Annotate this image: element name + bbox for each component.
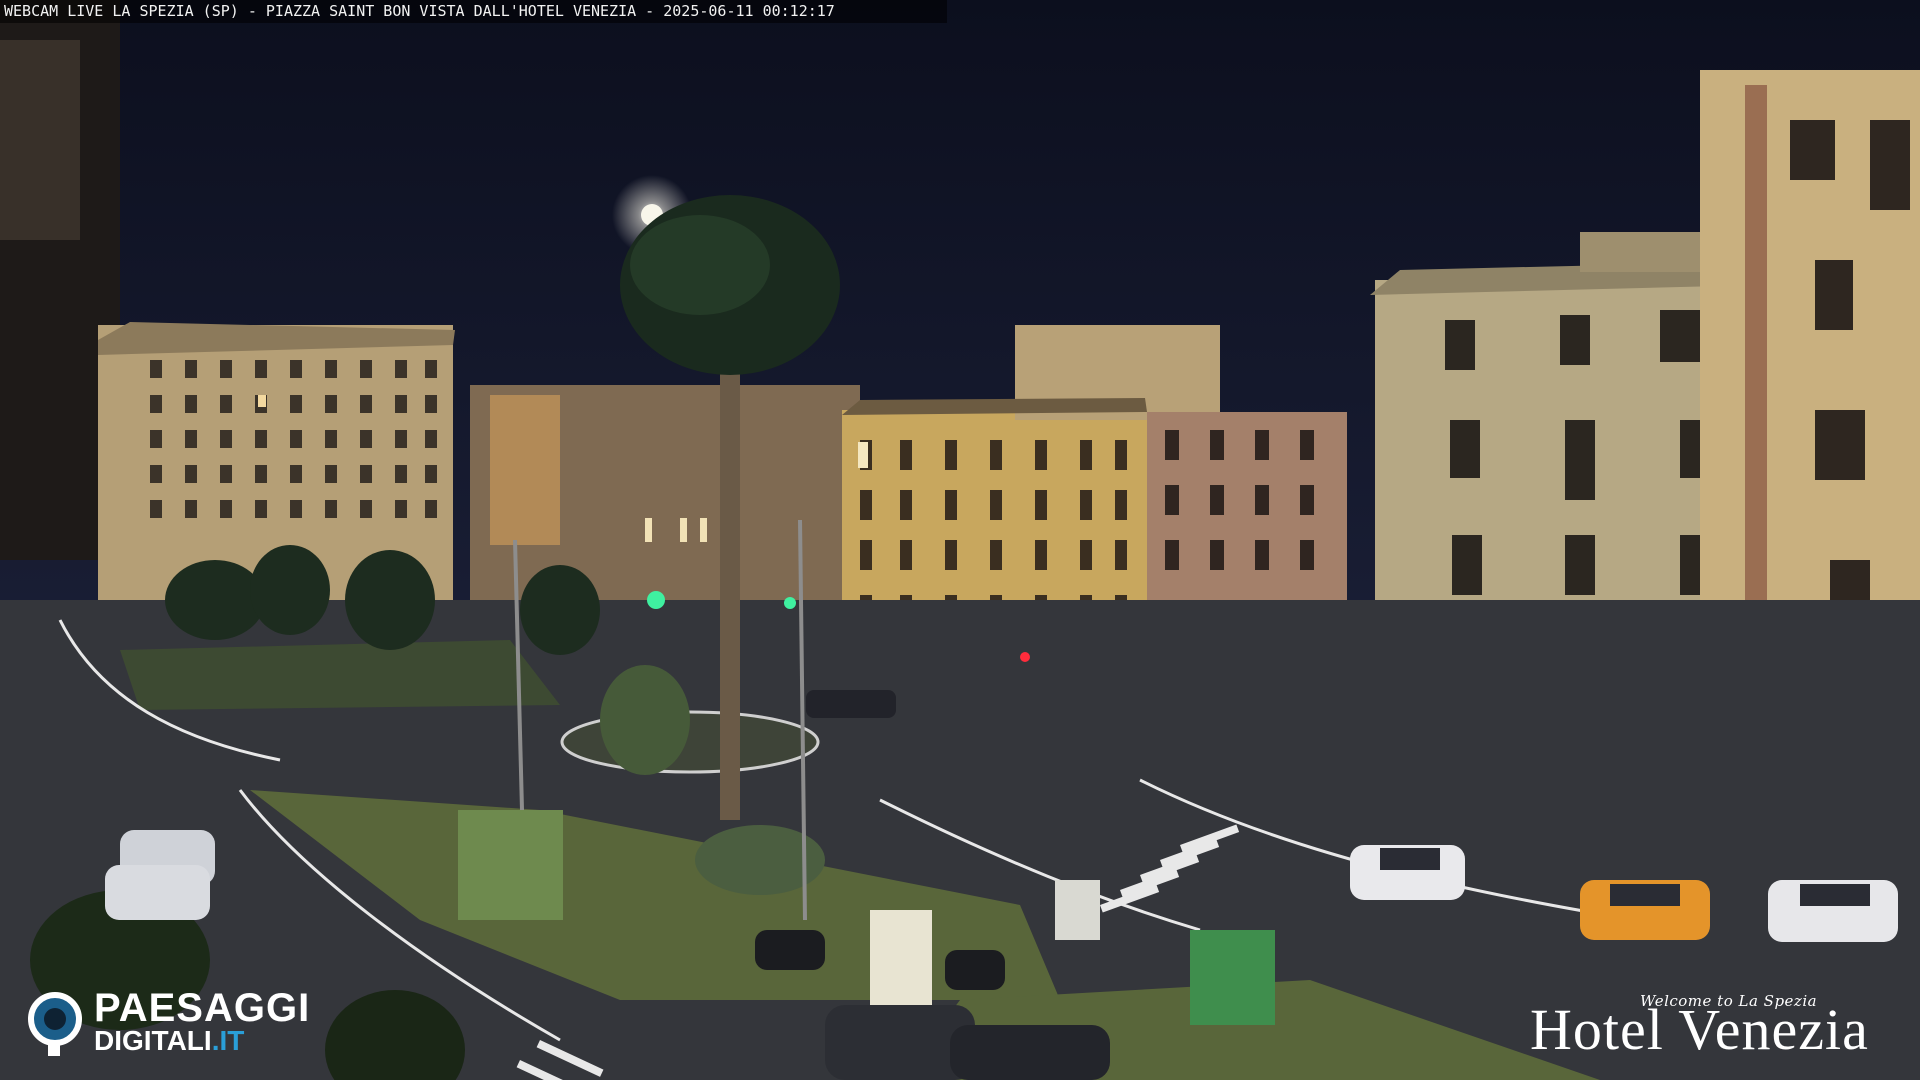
park-left bbox=[120, 640, 560, 710]
webcam-caption: WEBCAM LIVE LA SPEZIA (SP) - PIAZZA SAIN… bbox=[0, 0, 947, 23]
electrical-cabinet bbox=[458, 810, 563, 920]
car-white-2 bbox=[1768, 880, 1898, 942]
hotel-venezia-logo: Welcome to La Spezia Hotel Venezia bbox=[1530, 985, 1900, 1065]
traffic-light-green-2 bbox=[784, 597, 796, 609]
left-foreground-building-shade bbox=[0, 40, 80, 240]
traffic-light-red bbox=[1020, 652, 1030, 662]
logo-line2: DIGITALI.IT bbox=[94, 1026, 244, 1056]
logo-line2-accent: .IT bbox=[211, 1025, 245, 1056]
car-orange bbox=[1580, 880, 1710, 940]
car-dark-roundabout bbox=[806, 690, 896, 718]
camera-lens-icon bbox=[28, 992, 82, 1046]
information-sign bbox=[1055, 880, 1100, 940]
advertising-panel bbox=[870, 910, 932, 1005]
car-white-1 bbox=[1350, 845, 1465, 900]
logo-line1: PAESAGGI bbox=[94, 986, 311, 1030]
lit-window bbox=[258, 395, 266, 407]
camera-lens-stem bbox=[48, 1040, 60, 1056]
webcam-scene bbox=[0, 0, 1920, 1080]
traffic-light-green bbox=[647, 591, 665, 609]
recycling-bin bbox=[1190, 930, 1275, 1025]
lit-window-yellow-building bbox=[858, 442, 868, 468]
logo-line2-main: DIGITALI bbox=[94, 1025, 212, 1056]
paesaggi-digitali-logo: PAESAGGI DIGITALI.IT bbox=[28, 988, 348, 1058]
olive-tree bbox=[600, 665, 690, 775]
car-parked-left bbox=[105, 830, 215, 920]
hotel-name: Hotel Venezia bbox=[1530, 997, 1869, 1062]
